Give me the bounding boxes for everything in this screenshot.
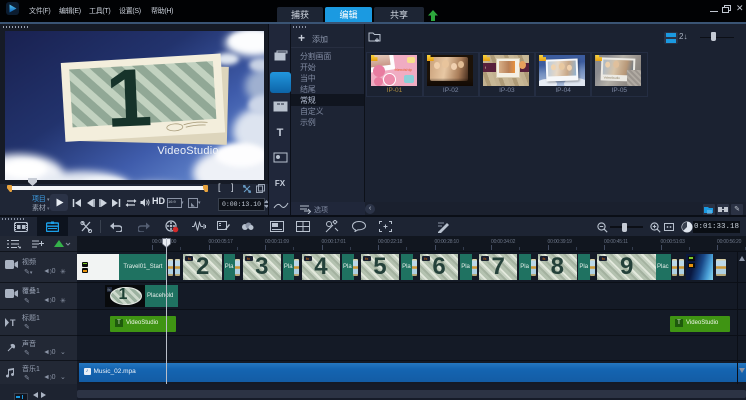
svg-text:VideoStudio: VideoStudio bbox=[157, 145, 218, 157]
svg-text:FX: FX bbox=[275, 179, 286, 188]
svg-text:1: 1 bbox=[104, 52, 153, 145]
svg-text:T: T bbox=[10, 318, 16, 327]
svg-text:T: T bbox=[277, 127, 284, 139]
